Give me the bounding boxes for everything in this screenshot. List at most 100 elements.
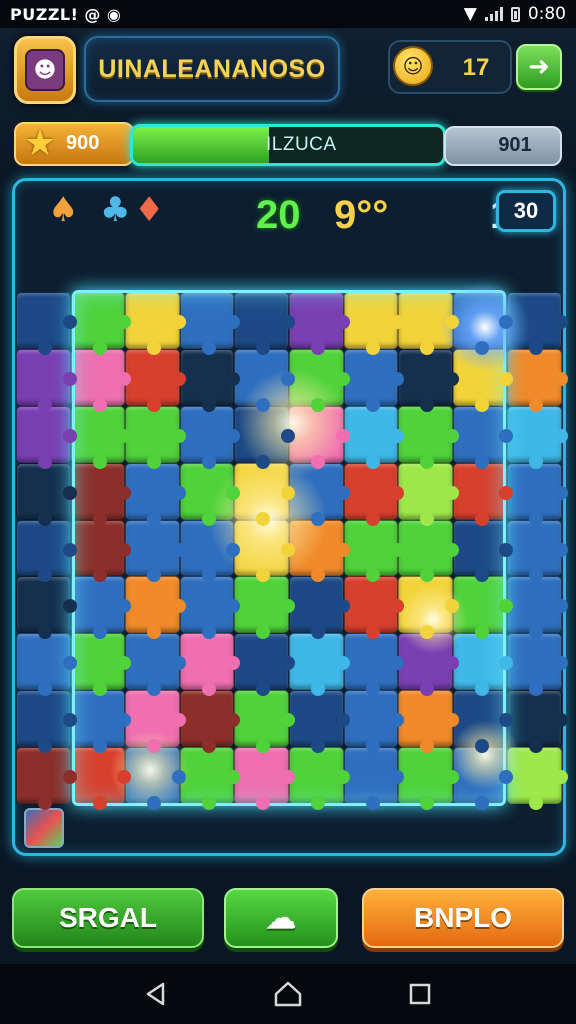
puzzle-piece[interactable]	[343, 747, 404, 810]
puzzle-piece[interactable]	[70, 348, 131, 412]
hint-button[interactable]: ☁	[224, 888, 338, 948]
puzzle-piece[interactable]	[125, 462, 186, 526]
puzzle-piece[interactable]	[179, 348, 240, 412]
puzzle-piece[interactable]	[452, 576, 513, 640]
puzzle-piece[interactable]	[179, 405, 240, 469]
puzzle-piece[interactable]	[507, 633, 568, 697]
puzzle-piece[interactable]	[179, 690, 240, 753]
puzzle-piece[interactable]	[398, 405, 459, 469]
puzzle-piece[interactable]	[234, 405, 295, 469]
puzzle-piece[interactable]	[398, 348, 459, 412]
puzzle-piece[interactable]	[507, 576, 568, 640]
next-button[interactable]: ➜	[516, 44, 562, 90]
puzzle-piece[interactable]	[398, 633, 459, 697]
puzzle-piece[interactable]	[16, 747, 77, 810]
puzzle-piece[interactable]	[288, 462, 350, 526]
puzzle-piece[interactable]	[234, 348, 295, 412]
puzzle-piece[interactable]	[452, 633, 513, 697]
puzzle-piece[interactable]	[70, 576, 131, 640]
puzzle-piece[interactable]	[507, 462, 568, 526]
puzzle-piece[interactable]	[16, 576, 77, 640]
puzzle-piece[interactable]	[125, 576, 186, 640]
puzzle-piece[interactable]	[398, 292, 459, 355]
puzzle-piece[interactable]	[70, 519, 131, 583]
puzzle-piece[interactable]	[70, 462, 131, 526]
puzzle-piece[interactable]	[288, 405, 350, 469]
preview-thumbnail[interactable]	[24, 808, 64, 848]
puzzle-piece[interactable]	[288, 747, 350, 810]
puzzle-piece[interactable]	[343, 633, 404, 697]
puzzle-piece[interactable]	[398, 690, 459, 753]
puzzle-piece[interactable]	[398, 576, 459, 640]
puzzle-piece[interactable]	[16, 690, 77, 753]
puzzle-piece[interactable]	[288, 633, 350, 697]
puzzle-piece[interactable]	[343, 348, 404, 412]
puzzle-piece[interactable]	[179, 292, 240, 355]
right-action-button[interactable]: BNPLO	[362, 888, 564, 948]
puzzle-piece[interactable]	[125, 292, 186, 355]
puzzle-piece[interactable]	[125, 747, 186, 810]
puzzle-piece[interactable]	[234, 633, 295, 697]
puzzle-piece[interactable]	[452, 519, 513, 583]
puzzle-piece[interactable]	[452, 348, 513, 412]
puzzle-piece[interactable]	[452, 292, 513, 355]
puzzle-piece[interactable]	[179, 576, 240, 640]
puzzle-piece[interactable]	[343, 292, 404, 355]
puzzle-piece[interactable]	[234, 690, 295, 753]
puzzle-piece[interactable]	[234, 576, 295, 640]
puzzle-piece[interactable]	[16, 462, 77, 526]
puzzle-piece[interactable]	[179, 462, 240, 526]
puzzle-grid[interactable]	[16, 292, 568, 810]
puzzle-piece[interactable]	[179, 519, 240, 583]
puzzle-piece[interactable]	[125, 519, 186, 583]
puzzle-piece[interactable]	[179, 747, 240, 810]
puzzle-piece[interactable]	[452, 462, 513, 526]
puzzle-piece[interactable]	[16, 348, 77, 412]
puzzle-piece[interactable]	[507, 747, 568, 810]
puzzle-piece[interactable]	[234, 747, 295, 810]
puzzle-piece[interactable]	[343, 462, 404, 526]
puzzle-piece[interactable]	[70, 292, 131, 355]
puzzle-piece[interactable]	[343, 576, 404, 640]
player-avatar[interactable]: ☻	[14, 36, 76, 104]
puzzle-piece[interactable]	[16, 405, 77, 469]
puzzle-piece[interactable]	[452, 747, 513, 810]
puzzle-piece[interactable]	[179, 633, 240, 697]
puzzle-piece[interactable]	[16, 519, 77, 583]
puzzle-piece[interactable]	[343, 519, 404, 583]
puzzle-piece[interactable]	[288, 292, 350, 355]
puzzle-piece[interactable]	[507, 348, 568, 412]
puzzle-piece[interactable]	[288, 576, 350, 640]
puzzle-piece[interactable]	[70, 747, 131, 810]
puzzle-piece[interactable]	[70, 405, 131, 469]
home-button[interactable]	[268, 974, 308, 1014]
puzzle-piece[interactable]	[288, 348, 350, 412]
recents-button[interactable]	[400, 974, 440, 1014]
puzzle-piece[interactable]	[125, 405, 186, 469]
puzzle-piece[interactable]	[125, 690, 186, 753]
puzzle-piece[interactable]	[70, 690, 131, 753]
puzzle-piece[interactable]	[343, 690, 404, 753]
puzzle-piece[interactable]	[288, 519, 350, 583]
puzzle-piece[interactable]	[452, 405, 513, 469]
puzzle-piece[interactable]	[398, 519, 459, 583]
puzzle-piece[interactable]	[398, 462, 459, 526]
back-button[interactable]	[136, 974, 176, 1014]
left-action-button[interactable]: SRGAL	[12, 888, 204, 948]
puzzle-piece[interactable]	[16, 633, 77, 697]
puzzle-piece[interactable]	[507, 519, 568, 583]
puzzle-piece[interactable]	[343, 405, 404, 469]
puzzle-piece[interactable]	[288, 690, 350, 753]
puzzle-piece[interactable]	[234, 519, 295, 583]
puzzle-piece[interactable]	[507, 690, 568, 753]
puzzle-piece[interactable]	[125, 633, 186, 697]
puzzle-piece[interactable]	[234, 462, 295, 526]
puzzle-piece[interactable]	[507, 405, 568, 469]
puzzle-piece[interactable]	[70, 633, 131, 697]
puzzle-piece[interactable]	[16, 292, 77, 355]
puzzle-piece[interactable]	[452, 690, 513, 753]
puzzle-piece[interactable]	[507, 292, 568, 355]
puzzle-piece[interactable]	[234, 292, 295, 355]
puzzle-piece[interactable]	[125, 348, 186, 412]
puzzle-piece[interactable]	[398, 747, 459, 810]
